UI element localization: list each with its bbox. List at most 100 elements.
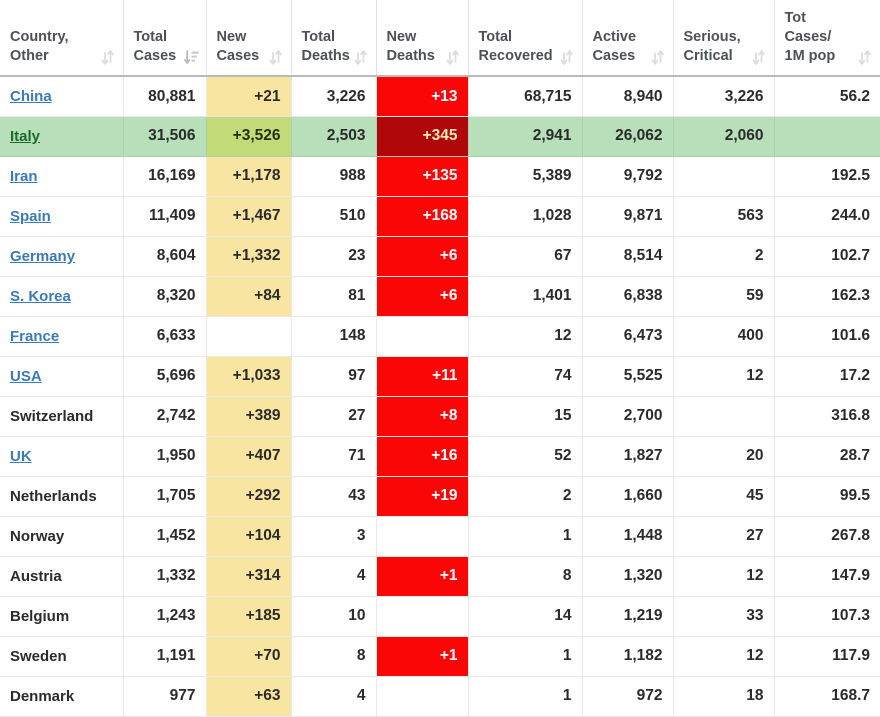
column-header-label-tot_cases_1m: Tot Cases/1M pop [785, 9, 855, 66]
table-row[interactable]: Netherlands 1,705 +292 43 +19 2 1,660 45 99.5 [0, 476, 880, 517]
cell-total-deaths: 3 [291, 516, 377, 557]
country-link[interactable]: S. Korea [10, 288, 71, 305]
cell-new-cases: +63 [206, 676, 292, 717]
country-name: Switzerland [10, 407, 94, 425]
column-header-total_recovered[interactable]: Total Recovered [468, 0, 583, 78]
table-row[interactable]: Sweden 1,191 +70 8 +1 1 1,182 12 117.9 [0, 636, 880, 677]
table-row[interactable]: Austria 1,332 +314 4 +1 8 1,320 12 147.9 [0, 556, 880, 597]
cell-active-cases: 2,700 [582, 396, 674, 437]
cell-new-cases: +407 [206, 436, 292, 477]
sort-both-icon[interactable] [269, 50, 282, 66]
column-header-new_deaths[interactable]: New Deaths [376, 0, 469, 78]
cell-total-deaths: 10 [291, 596, 377, 637]
table-row[interactable]: Belgium 1,243 +185 10 14 1,219 33 107.3 [0, 596, 880, 637]
cell-total-cases: 16,169 [123, 156, 207, 197]
sort-both-icon[interactable] [560, 50, 573, 66]
country-link[interactable]: USA [10, 368, 42, 385]
table-row[interactable]: UK 1,950 +407 71 +16 52 1,827 20 28.7 [0, 436, 880, 477]
cell-tot-cases-1m: 267.8 [774, 516, 880, 557]
cell-tot-cases-1m: 107.3 [774, 596, 880, 637]
column-header-total_cases[interactable]: Total Cases [123, 0, 207, 78]
header-line2: Other [10, 48, 49, 65]
cell-total-recovered: 68,715 [468, 76, 583, 117]
country-link[interactable]: Germany [10, 248, 75, 265]
cell-serious-critical: 3,226 [673, 76, 775, 117]
country-name: Norway [10, 527, 65, 545]
column-header-tot_cases_1m[interactable]: Tot Cases/1M pop [774, 0, 880, 78]
cell-active-cases: 1,448 [582, 516, 674, 557]
table-row[interactable]: Iran 16,169 +1,178 988 +135 5,389 9,792 192.5 [0, 156, 880, 197]
cell-total-recovered: 67 [468, 236, 583, 277]
table-row[interactable]: S. Korea 8,320 +84 81 +6 1,401 6,838 59 162.3 [0, 276, 880, 317]
sort-both-icon[interactable] [354, 50, 367, 66]
cell-serious-critical: 12 [673, 556, 775, 597]
cell-total-recovered: 1 [468, 516, 583, 557]
sort-both-glyph [269, 50, 282, 66]
cell-total-deaths: 43 [291, 476, 377, 517]
country-link[interactable]: Italy [10, 128, 40, 145]
cell-active-cases: 1,660 [582, 476, 674, 517]
header-line1: Total [301, 29, 336, 46]
cell-new-cases: +1,332 [206, 236, 292, 277]
table-row[interactable]: Spain 11,409 +1,467 510 +168 1,028 9,871 563 244… [0, 196, 880, 237]
cell-country: Netherlands [0, 476, 124, 517]
cell-total-recovered: 2 [468, 476, 583, 517]
sort-both-icon[interactable] [651, 50, 664, 66]
sort-both-glyph [560, 50, 573, 66]
column-header-new_cases[interactable]: New Cases [206, 0, 292, 78]
country-link[interactable]: Iran [10, 168, 38, 185]
cell-new-cases: +1,178 [206, 156, 292, 197]
cell-country: S. Korea [0, 276, 124, 317]
cell-country: Sweden [0, 636, 124, 677]
table-header: Country, Other Total Cases New Cases Total Deat… [0, 0, 880, 78]
sort-both-icon[interactable] [101, 50, 114, 66]
cell-new-deaths [376, 596, 469, 637]
country-link[interactable]: China [10, 88, 52, 105]
table-row[interactable]: USA 5,696 +1,033 97 +11 74 5,525 12 17.2 [0, 356, 880, 397]
cell-active-cases: 6,473 [582, 316, 674, 357]
column-header-country[interactable]: Country, Other [0, 0, 124, 78]
column-header-label-total_recovered: Total Recovered [479, 28, 553, 66]
cell-country: Denmark [0, 676, 124, 717]
cell-new-deaths [376, 516, 469, 557]
column-header-serious_critical[interactable]: Serious, Critical [673, 0, 775, 78]
table-row[interactable]: Switzerland 2,742 +389 27 +8 15 2,700 316.8 [0, 396, 880, 437]
table-row[interactable]: France 6,633 148 12 6,473 400 101.6 [0, 316, 880, 357]
column-header-label-country: Country, Other [10, 28, 69, 66]
cell-new-deaths: +1 [376, 636, 469, 677]
sort-both-icon[interactable] [858, 50, 871, 66]
sort-both-icon[interactable] [752, 50, 765, 66]
table-row[interactable]: Germany 8,604 +1,332 23 +6 67 8,514 2 102.7 [0, 236, 880, 277]
cell-new-deaths: +8 [376, 396, 469, 437]
cell-total-cases: 2,742 [123, 396, 207, 437]
cell-country: Italy [0, 116, 124, 157]
sort-descending-icon[interactable] [183, 50, 199, 65]
cell-total-cases: 6,633 [123, 316, 207, 357]
cell-total-deaths: 97 [291, 356, 377, 397]
header-line2: Deaths [386, 48, 435, 65]
cell-tot-cases-1m [774, 116, 880, 157]
cell-total-deaths: 4 [291, 556, 377, 597]
column-header-active_cases[interactable]: Active Cases [582, 0, 674, 78]
column-header-total_deaths[interactable]: Total Deaths [291, 0, 377, 78]
cell-active-cases: 1,182 [582, 636, 674, 677]
country-link[interactable]: Spain [10, 208, 51, 225]
header-row: Country, Other Total Cases New Cases Total Deat… [0, 0, 880, 78]
cell-new-deaths: +16 [376, 436, 469, 477]
cell-serious-critical [673, 396, 775, 437]
header-line2: Deaths [301, 48, 350, 65]
cell-new-cases: +21 [206, 76, 292, 117]
cell-country: Switzerland [0, 396, 124, 437]
cell-tot-cases-1m: 99.5 [774, 476, 880, 517]
cell-serious-critical: 59 [673, 276, 775, 317]
sort-both-icon[interactable] [446, 50, 459, 66]
table-row[interactable]: Italy 31,506 +3,526 2,503 +345 2,941 26,062 2,0… [0, 116, 880, 157]
country-link[interactable]: UK [10, 448, 32, 465]
cell-active-cases: 9,871 [582, 196, 674, 237]
table-row[interactable]: China 80,881 +21 3,226 +13 68,715 8,940 3,226 56… [0, 76, 880, 117]
table-row[interactable]: Denmark 977 +63 4 1 972 18 168.7 [0, 676, 880, 717]
table-row[interactable]: Norway 1,452 +104 3 1 1,448 27 267.8 [0, 516, 880, 557]
header-line2: Cases [133, 48, 177, 65]
country-link[interactable]: France [10, 328, 59, 345]
cell-serious-critical: 2 [673, 236, 775, 277]
